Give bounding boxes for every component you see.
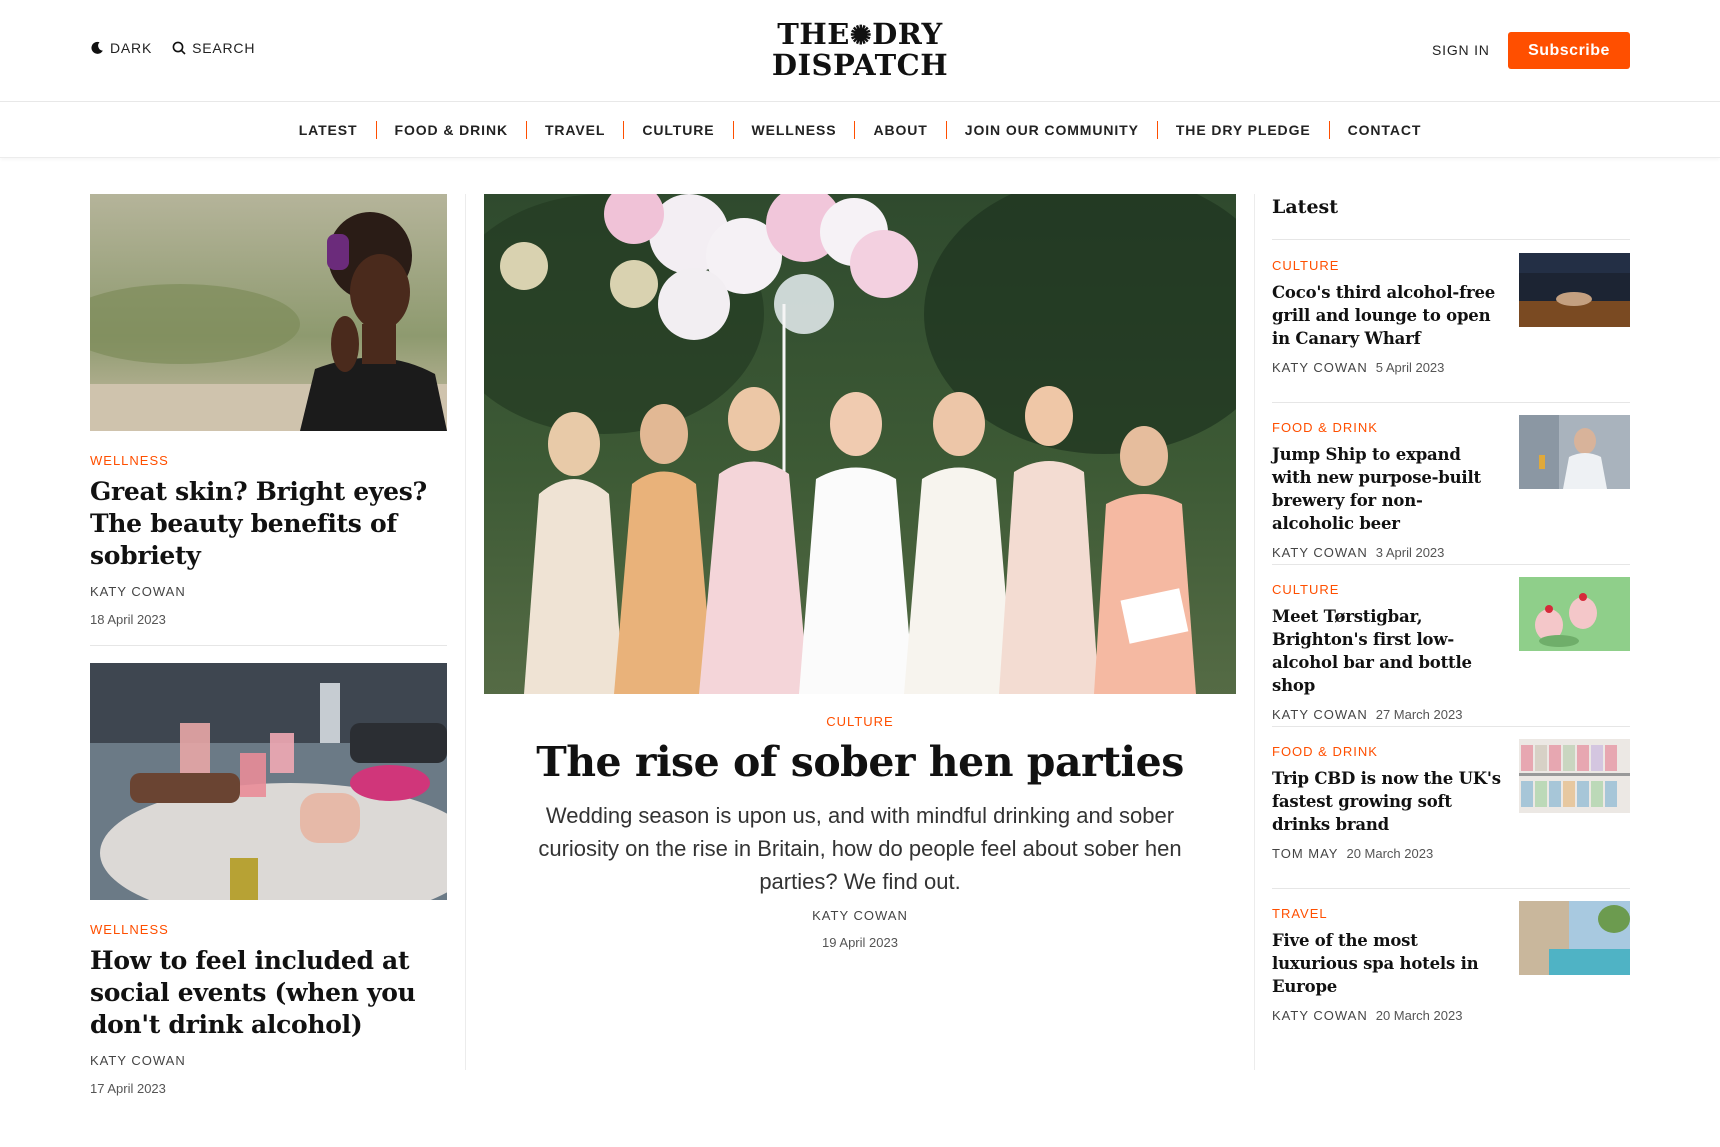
logo-word-dry: DRY xyxy=(872,17,943,51)
logo-word-dispatch: DISPATCH xyxy=(771,48,949,82)
search-label: SEARCH xyxy=(192,40,256,56)
nav-culture[interactable]: CULTURE xyxy=(624,120,734,139)
latest-item-date: 20 March 2023 xyxy=(1346,846,1434,861)
main-nav: LATEST FOOD & DRINK TRAVEL CULTURE WELLN… xyxy=(0,102,1720,158)
featured-image-hen-party[interactable] xyxy=(484,194,1236,694)
header-utilities: DARK SEARCH xyxy=(90,40,255,56)
latest-item-author[interactable]: TOM MAY xyxy=(1272,846,1338,861)
latest-item-thumbnail[interactable] xyxy=(1519,415,1630,489)
column-divider xyxy=(465,194,466,1070)
latest-item-thumbnail[interactable] xyxy=(1519,577,1630,651)
search-icon xyxy=(172,41,186,55)
sign-in-link[interactable]: SIGN IN xyxy=(1432,42,1490,58)
latest-item-thumbnail[interactable] xyxy=(1519,253,1630,327)
separator xyxy=(1272,888,1630,889)
featured-category[interactable]: CULTURE xyxy=(484,714,1236,729)
latest-item-author[interactable]: KATY COWAN xyxy=(1272,707,1368,722)
article-category[interactable]: WELLNESS xyxy=(90,922,447,937)
featured-article: CULTURE The rise of sober hen parties We… xyxy=(484,194,1236,950)
latest-item-thumbnail[interactable] xyxy=(1519,739,1630,813)
article-date: 17 April 2023 xyxy=(90,1081,166,1096)
latest-item: CULTURE Coco's third alcohol-free grill … xyxy=(1272,253,1630,375)
article-date: 18 April 2023 xyxy=(90,612,166,627)
column-divider xyxy=(1254,194,1255,1070)
featured-author[interactable]: KATY COWAN xyxy=(484,908,1236,923)
nav-about[interactable]: ABOUT xyxy=(855,120,947,139)
nav-wellness[interactable]: WELLNESS xyxy=(734,120,856,139)
latest-item-date: 5 April 2023 xyxy=(1375,360,1445,375)
separator xyxy=(1272,726,1630,727)
separator xyxy=(1272,564,1630,565)
nav-dry-pledge[interactable]: THE DRY PLEDGE xyxy=(1158,120,1330,139)
article-headline[interactable]: Great skin? Bright eyes? The beauty bene… xyxy=(90,476,447,572)
dark-mode-toggle[interactable]: DARK xyxy=(90,40,152,56)
nav-food-drink[interactable]: FOOD & DRINK xyxy=(377,120,527,139)
latest-item: FOOD & DRINK Trip CBD is now the UK's fa… xyxy=(1272,739,1630,861)
latest-item: TRAVEL Five of the most luxurious spa ho… xyxy=(1272,901,1630,1023)
article-author[interactable]: KATY COWAN xyxy=(90,584,447,599)
nav-contact[interactable]: CONTACT xyxy=(1330,121,1440,139)
separator xyxy=(1272,239,1630,240)
article-card: WELLNESS How to feel included at social … xyxy=(90,663,447,1096)
featured-headline[interactable]: The rise of sober hen parties xyxy=(484,737,1236,787)
latest-item-author[interactable]: KATY COWAN xyxy=(1272,360,1368,375)
latest-item-headline[interactable]: Jump Ship to expand with new purpose-bui… xyxy=(1272,443,1502,535)
dark-mode-label: DARK xyxy=(110,40,153,56)
article-headline[interactable]: How to feel included at social events (w… xyxy=(90,945,447,1041)
separator xyxy=(90,645,447,646)
logo-word-the: THE xyxy=(777,17,850,51)
nav-join-community[interactable]: JOIN OUR COMMUNITY xyxy=(947,120,1158,139)
latest-item-date: 20 March 2023 xyxy=(1375,1008,1463,1023)
latest-item-headline[interactable]: Trip CBD is now the UK's fastest growing… xyxy=(1272,767,1502,836)
moon-icon xyxy=(91,41,103,54)
article-image-smiling-woman[interactable] xyxy=(90,194,447,431)
latest-item-headline[interactable]: Meet Tørstigbar, Brighton's first low-al… xyxy=(1272,605,1502,697)
latest-item-date: 27 March 2023 xyxy=(1375,707,1463,722)
site-logo[interactable]: THE✺DRY DISPATCH xyxy=(766,20,954,80)
latest-item-author[interactable]: KATY COWAN xyxy=(1272,1008,1368,1023)
latest-item-headline[interactable]: Coco's third alcohol-free grill and loun… xyxy=(1272,281,1502,350)
latest-item: FOOD & DRINK Jump Ship to expand with ne… xyxy=(1272,415,1630,560)
article-category[interactable]: WELLNESS xyxy=(90,453,447,468)
latest-item: CULTURE Meet Tørstigbar, Brighton's firs… xyxy=(1272,577,1630,722)
article-card: WELLNESS Great skin? Bright eyes? The be… xyxy=(90,194,447,627)
sunburst-icon: ✺ xyxy=(849,21,873,51)
nav-travel[interactable]: TRAVEL xyxy=(527,120,625,139)
latest-sidebar: Latest CULTURE Coco's third alcohol-free… xyxy=(1272,194,1630,1023)
search-button[interactable]: SEARCH xyxy=(172,40,255,56)
site-header: DARK SEARCH THE✺DRY DISPATCH SIGN IN Sub… xyxy=(0,0,1720,102)
article-author[interactable]: KATY COWAN xyxy=(90,1053,447,1068)
latest-item-thumbnail[interactable] xyxy=(1519,901,1630,975)
left-column: WELLNESS Great skin? Bright eyes? The be… xyxy=(90,194,447,1096)
latest-heading: Latest xyxy=(1272,196,1339,218)
featured-dek: Wedding season is upon us, and with mind… xyxy=(538,803,1182,894)
featured-date: 19 April 2023 xyxy=(822,935,898,950)
nav-latest[interactable]: LATEST xyxy=(281,120,377,139)
latest-item-author[interactable]: KATY COWAN xyxy=(1272,545,1368,560)
article-image-toasting-drinks[interactable] xyxy=(90,663,447,900)
latest-item-date: 3 April 2023 xyxy=(1375,545,1445,560)
subscribe-button[interactable]: Subscribe xyxy=(1508,32,1630,69)
latest-item-headline[interactable]: Five of the most luxurious spa hotels in… xyxy=(1272,929,1502,998)
separator xyxy=(1272,402,1630,403)
